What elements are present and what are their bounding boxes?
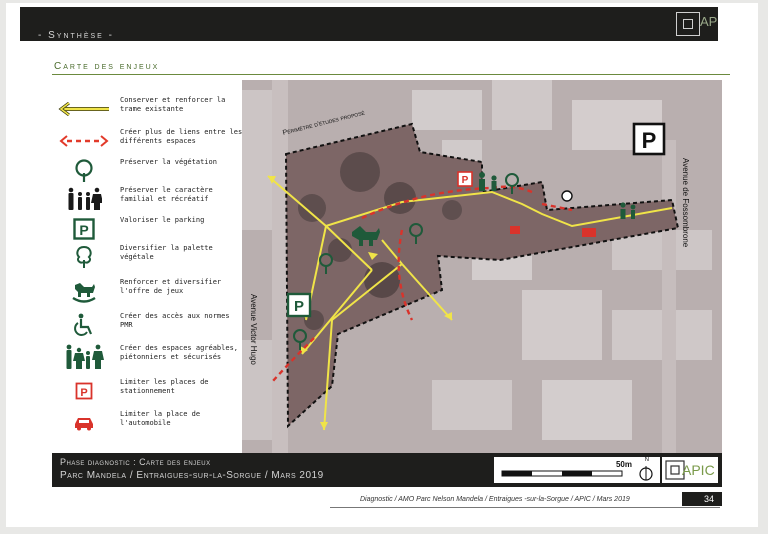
apic-logo-icon xyxy=(676,12,700,36)
parking-icon: P xyxy=(56,214,112,244)
legend: Conserver et renforcer la trame existant… xyxy=(54,80,242,450)
footer-line-1: Phase diagnostic : Carte des enjeux xyxy=(60,457,211,467)
green-parking-marker: P xyxy=(294,298,304,315)
street-label-east: Avenue de Fossombrone xyxy=(681,158,690,248)
big-parking-marker: P xyxy=(642,128,657,153)
scale-bar: 50m N xyxy=(494,457,660,483)
credits: Diagnostic / AMO Parc Nelson Mandela / E… xyxy=(360,496,630,503)
header-logo-text: AP xyxy=(700,14,718,29)
page-number: 34 xyxy=(682,492,722,506)
red-dashed-arrow-icon xyxy=(56,126,112,156)
legend-item: P Limiter les places de stationnement xyxy=(54,376,242,406)
legend-item: Diversifier la palette végétale xyxy=(54,242,242,272)
legend-item: Créer des espaces agréables, piétonniers… xyxy=(54,342,242,372)
title-underline xyxy=(52,74,730,75)
scale-label: 50m xyxy=(615,460,632,469)
legend-item: Limiter la place de l'automobile xyxy=(54,408,242,438)
red-parking-icon: P xyxy=(56,376,112,406)
family-icon xyxy=(56,184,112,214)
pedestrians-icon xyxy=(56,342,112,372)
apic-logo-text: APIC xyxy=(682,462,715,478)
tree-outline-icon xyxy=(56,242,112,272)
street-label-west: Avenue Victor Hugo xyxy=(249,294,258,365)
legend-item: P Valoriser le parking xyxy=(54,214,242,244)
section-label: - Synthèse - xyxy=(38,30,114,41)
svg-text:P: P xyxy=(79,222,88,238)
red-car-icon xyxy=(56,408,112,438)
north-label: N xyxy=(644,457,649,463)
page-title: Carte des enjeux xyxy=(54,61,160,72)
wheelchair-icon xyxy=(56,310,112,340)
footer-line-2: Parc Mandela / Entraigues-sur-la-Sorgue … xyxy=(60,470,324,481)
svg-text:P: P xyxy=(80,387,87,399)
legend-item: Préserver la végétation xyxy=(54,156,242,186)
red-parking-marker: P xyxy=(462,175,469,186)
credits-line xyxy=(330,507,720,508)
legend-item: Créer des accès aux normes PMR xyxy=(54,310,242,340)
header-bar xyxy=(20,7,718,41)
legend-item: Conserver et renforcer la trame existant… xyxy=(54,94,242,124)
legend-item: Renforcer et diversifier l'offre de jeux xyxy=(54,276,242,306)
yellow-arrow-icon xyxy=(56,94,112,124)
legend-item: Créer plus de liens entre les différents… xyxy=(54,126,242,156)
tree-icon xyxy=(56,156,112,186)
aerial-map: P P P Périmètre d'études proposé Avenue … xyxy=(242,80,722,456)
rocking-horse-icon xyxy=(56,276,112,306)
legend-item: Préserver le caractère familial et récré… xyxy=(54,184,242,214)
